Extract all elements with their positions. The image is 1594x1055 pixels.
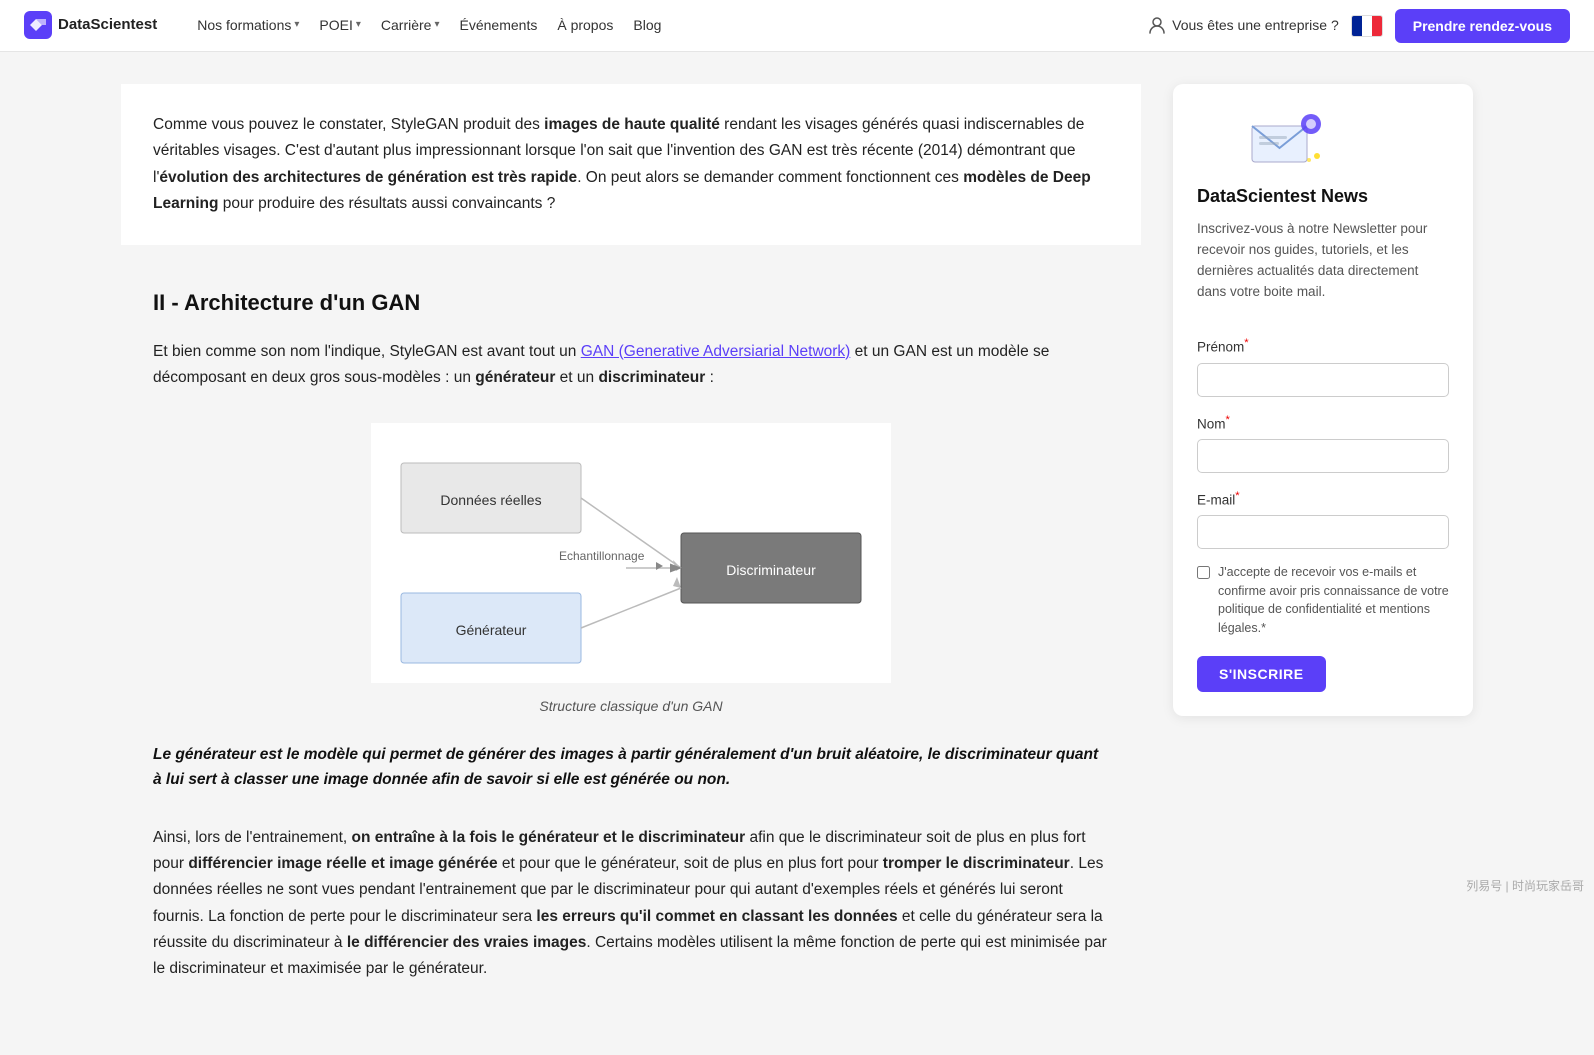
required-marker: * — [1244, 337, 1248, 349]
chevron-down-icon: ▾ — [356, 17, 361, 33]
nav-item-carriere[interactable]: Carrière ▾ — [373, 8, 448, 42]
prenom-label: Prénom* — [1197, 334, 1449, 358]
section-body-1: Et bien comme son nom l'indique, StyleGA… — [153, 343, 581, 360]
body2-1: Ainsi, lors de l'entrainement, — [153, 829, 352, 846]
nav-item-formations[interactable]: Nos formations ▾ — [189, 8, 307, 42]
section-bold-2: discriminateur — [598, 369, 705, 386]
flag-france[interactable] — [1351, 15, 1383, 37]
section-body-4: : — [705, 369, 714, 386]
prenom-group: Prénom* — [1197, 334, 1449, 396]
watermark: 列易号 | 时尚玩家岳哥 — [1466, 877, 1584, 896]
email-label: E-mail* — [1197, 487, 1449, 511]
intro-bold-1: images de haute qualité — [544, 116, 720, 133]
svg-text:Données réelles: Données réelles — [440, 492, 541, 508]
body2-bold4: les erreurs qu'il commet en classant les… — [536, 908, 897, 925]
nav-item-blog[interactable]: Blog — [625, 8, 669, 42]
cta-button[interactable]: Prendre rendez-vous — [1395, 9, 1570, 43]
body2-bold3: tromper le discriminateur — [883, 855, 1070, 872]
body2-3: et pour que le générateur, soit de plus … — [498, 855, 883, 872]
prenom-input[interactable] — [1197, 363, 1449, 397]
intro-paragraph: Comme vous pouvez le constater, StyleGAN… — [121, 84, 1141, 245]
nav-item-evenements-label: Événements — [460, 14, 538, 36]
enterprise-icon — [1148, 16, 1166, 34]
nav-item-apropos[interactable]: À propos — [549, 8, 621, 42]
section-body: Et bien comme son nom l'indique, StyleGA… — [121, 339, 1141, 392]
intro-text-1: Comme vous pouvez le constater, StyleGAN… — [153, 116, 544, 133]
newsletter-title: DataScientest News — [1197, 182, 1368, 211]
section-bold-1: générateur — [475, 369, 555, 386]
email-group: E-mail* — [1197, 487, 1449, 549]
flag-blue — [1352, 16, 1362, 36]
consent-label: J'accepte de recevoir vos e-mails et con… — [1218, 563, 1449, 638]
nom-input[interactable] — [1197, 439, 1449, 473]
body2-bold2: différencier image réelle et image génér… — [188, 855, 497, 872]
navbar: DataScientest Nos formations ▾ POEI ▾ Ca… — [0, 0, 1594, 52]
newsletter-header: DataScientest News Inscrivez-vous à notr… — [1197, 108, 1449, 318]
nav-item-carriere-label: Carrière — [381, 14, 432, 36]
enterprise-label: Vous êtes une entreprise ? — [1172, 14, 1339, 36]
consent-group: J'accepte de recevoir vos e-mails et con… — [1197, 563, 1449, 638]
chevron-down-icon: ▾ — [434, 17, 439, 33]
email-input[interactable] — [1197, 515, 1449, 549]
enterprise-link[interactable]: Vous êtes une entreprise ? — [1148, 14, 1339, 36]
diagram-container: Données réelles Générateur Discriminateu… — [121, 423, 1141, 683]
newsletter-icon — [1247, 108, 1327, 172]
sidebar: DataScientest News Inscrivez-vous à notr… — [1173, 52, 1473, 1055]
svg-text:Générateur: Générateur — [456, 622, 527, 638]
gan-diagram: Données réelles Générateur Discriminateu… — [371, 423, 891, 683]
svg-text:Discriminateur: Discriminateur — [726, 562, 816, 578]
newsletter-desc: Inscrivez-vous à notre Newsletter pour r… — [1197, 219, 1449, 303]
nav-item-formations-label: Nos formations — [197, 14, 291, 36]
nav-links: Nos formations ▾ POEI ▾ Carrière ▾ Événe… — [189, 8, 669, 42]
navbar-left: DataScientest Nos formations ▾ POEI ▾ Ca… — [24, 8, 669, 42]
intro-bold-2: évolution des architectures de génératio… — [159, 169, 577, 186]
flag-white — [1362, 16, 1372, 36]
newsletter-form: Prénom* Nom* E-mail* — [1197, 334, 1449, 691]
newsletter-card: DataScientest News Inscrivez-vous à notr… — [1173, 84, 1473, 716]
nav-item-blog-label: Blog — [633, 14, 661, 36]
section-body-3: et un — [555, 369, 598, 386]
svg-text:Echantillonnage: Echantillonnage — [559, 549, 645, 563]
logo[interactable]: DataScientest — [24, 11, 157, 39]
body2-bold1: on entraîne à la fois le générateur et l… — [352, 829, 746, 846]
diagram-caption: Structure classique d'un GAN — [121, 695, 1141, 717]
body2-bold5: le différencier des vraies images — [347, 934, 587, 951]
nav-item-poei-label: POEI — [319, 14, 352, 36]
nav-item-poei[interactable]: POEI ▾ — [311, 8, 369, 42]
nom-label: Nom* — [1197, 411, 1449, 435]
nom-group: Nom* — [1197, 411, 1449, 473]
required-marker-nom: * — [1226, 414, 1230, 426]
callout-quote: Le générateur est le modèle qui permet d… — [153, 742, 1109, 793]
section-heading: II - Architecture d'un GAN — [121, 285, 1141, 320]
consent-checkbox[interactable] — [1197, 566, 1210, 579]
nav-item-evenements[interactable]: Événements — [452, 8, 546, 42]
intro-text-4: pour produire des résultats aussi convai… — [218, 195, 555, 212]
page-wrapper: Comme vous pouvez le constater, StyleGAN… — [97, 0, 1497, 1055]
flag-red — [1372, 16, 1382, 36]
logo-text: DataScientest — [58, 13, 157, 37]
gan-link[interactable]: GAN (Generative Adversiarial Network) — [581, 343, 851, 360]
main-content: Comme vous pouvez le constater, StyleGAN… — [121, 52, 1141, 1055]
logo-icon — [24, 11, 52, 39]
second-body: Ainsi, lors de l'entrainement, on entraî… — [121, 825, 1141, 1023]
subscribe-button[interactable]: S'INSCRIRE — [1197, 656, 1326, 692]
navbar-right: Vous êtes une entreprise ? Prendre rende… — [1148, 9, 1570, 43]
intro-text-3: . On peut alors se demander comment fonc… — [577, 169, 963, 186]
required-marker-email: * — [1235, 490, 1239, 502]
chevron-down-icon: ▾ — [294, 17, 299, 33]
nav-item-apropos-label: À propos — [557, 14, 613, 36]
